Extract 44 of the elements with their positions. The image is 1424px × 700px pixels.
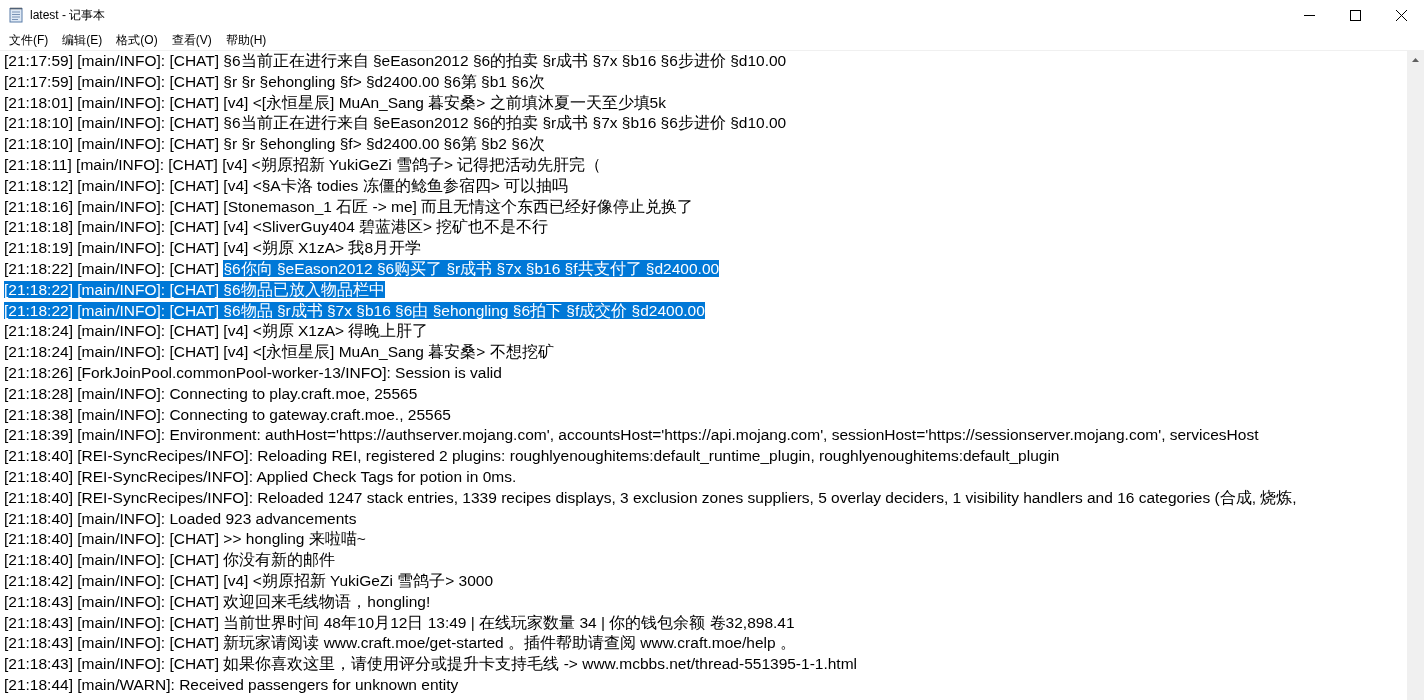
log-line: [21:18:10] [main/INFO]: [CHAT] §6当前正在进行来自 §eEason2012 §6的拍卖 §r成书 §7x §b16 §6步进价 §d10.00 (4, 114, 787, 132)
log-line: [21:18:12] [main/INFO]: [CHAT] [v4] <§A卡洛 todies 冻僵的鲶鱼参宿四> 可以抽吗 (4, 176, 568, 194)
menu-item[interactable]: 格式(O) (109, 31, 165, 49)
log-line: [21:18:10] [main/INFO]: [CHAT] §r §r §ehongling §f> §d2400.00 §6第 §b2 §6次 (4, 135, 545, 153)
log-line: [21:18:19] [main/INFO]: [CHAT] [v4] <朔原 X1zA> 我8月开学 (4, 239, 422, 257)
log-line: [21:18:38] [main/INFO]: Connecting to gateway.craft.moe., 25565 (4, 405, 451, 423)
menu-item[interactable]: 编辑(E) (55, 31, 110, 49)
log-line: [21:18:24] [main/INFO]: [CHAT] [v4] <朔原 X1zA> 得晚上肝了 (4, 322, 429, 340)
log-line: [21:18:22] [main/INFO]: [CHAT] (4, 259, 221, 277)
log-line: [21:18:43] [main/INFO]: [CHAT] 如果你喜欢这里，请使用评分或提升卡支持毛线 -> www.mcbbs.net/thread-551395-1-1.html (4, 655, 858, 673)
log-line: [21:18:40] [main/INFO]: Loaded 923 advancements (4, 509, 357, 527)
window-title: latest - 记事本 (30, 6, 107, 24)
log-line: [21:18:44] [main/WARN]: Received passengers for unknown entity (4, 675, 459, 693)
log-line: [21:18:11] [main/INFO]: [CHAT] [v4] <朔原招新 YukiGeZi 雪鸽子> 记得把活动先肝完（ (4, 156, 602, 173)
log-line: [21:18:40] [main/INFO]: [CHAT] 你没有新的邮件 (4, 551, 336, 569)
selected-text: [21:18:22] [main/INFO]: [CHAT] §6物品 §r成书 §7x §b16 §6由 §ehongling §6拍下 §f成交价 §d2400.00 (4, 301, 705, 319)
log-line: [21:18:40] [REI-SyncRecipes/INFO]: Reloaded 1247 stack entries, 1339 recipes displays, 3 exclusion zones suppliers, 5 overlay deciders, 1 visibility handlers and 16 categories (合成, 烧炼, (4, 488, 1297, 506)
log-line: [21:18:43] [main/INFO]: [CHAT] 欢迎回来毛线物语，hongling! (4, 592, 431, 610)
maximize-icon (1349, 9, 1361, 21)
log-line: [21:18:24] [main/INFO]: [CHAT] [v4] <[永恒星辰] MuAn_Sang 暮安桑> 不想挖矿 (4, 343, 554, 361)
log-line: [21:18:40] [REI-SyncRecipes/INFO]: Applied Check Tags for potion in 0ms. (4, 467, 517, 485)
log-line: [21:18:16] [main/INFO]: [CHAT] [Stonemason_1 石匠 -> me] 而且无情这个东西已经好像停止兑换了 (4, 197, 694, 215)
log-line: [21:18:40] [REI-SyncRecipes/INFO]: Reloading REI, registered 2 plugins: roughlyenoughitems:default_runtime_plugin, roughlyenoughitems:default_plugin (4, 447, 1060, 465)
menu-item[interactable]: 文件(F) (2, 31, 56, 49)
minimize-icon (1303, 14, 1315, 16)
menu-item[interactable]: 查看(V) (164, 31, 219, 49)
log-line: [21:18:40] [main/INFO]: [CHAT] >> hongling 来啦喵~ (4, 530, 366, 548)
selected-text: §6你向 §eEason2012 §6购买了 §r成书 §7x §b16 §f共支付了 §d2400.00 (223, 259, 720, 277)
log-line: [21:18:01] [main/INFO]: [CHAT] [v4] <[永恒星辰] MuAn_Sang 暮安桑> 之前填沐夏一天至少填5k (4, 93, 666, 111)
notepad-icon (8, 7, 24, 23)
menu-item[interactable]: 帮助(H) (218, 31, 274, 49)
scrollbar[interactable] (1407, 51, 1424, 700)
log-line: [21:18:26] [ForkJoinPool.commonPool-worker-13/INFO]: Session is valid (4, 363, 502, 381)
log-line: [21:18:28] [main/INFO]: Connecting to play.craft.moe, 25565 (4, 384, 418, 402)
log-line: [21:18:43] [main/INFO]: [CHAT] 新玩家请阅读 www.craft.moe/get-started 。插件帮助请查阅 www.craft.moe/help 。 (4, 634, 796, 652)
log-line: [21:18:42] [main/INFO]: [CHAT] [v4] <朔原招新 YukiGeZi 雪鸽子> 3000 (4, 571, 494, 589)
close-icon (1395, 9, 1407, 21)
log-line: [21:17:59] [main/INFO]: [CHAT] §6当前正在进行来自 §eEason2012 §6的拍卖 §r成书 §7x §b16 §6步进价 §d10.00 (4, 52, 787, 69)
log-line: [21:17:59] [main/INFO]: [CHAT] §r §r §ehongling §f> §d2400.00 §6第 §b1 §6次 (4, 72, 545, 90)
scroll-up-icon[interactable] (1412, 57, 1419, 62)
log-line: [21:18:18] [main/INFO]: [CHAT] [v4] <SliverGuy404 碧蓝港区> 挖矿也不是不行 (4, 218, 549, 236)
log-line: [21:18:39] [main/INFO]: Environment: authHost='https://authserver.mojang.com', accountsHost='https://api.mojang.com', sessionHost='https://sessionserver.mojang.com', servicesHost (4, 426, 1259, 444)
log-line: [21:18:43] [main/INFO]: [CHAT] 当前世界时间 48年10月12日 13:49 | 在线玩家数量 34 | 你的钱包余额 卷32,898.41 (4, 613, 795, 631)
selected-text: [21:18:22] [main/INFO]: [CHAT] §6物品已放入物品栏中 (4, 280, 385, 298)
